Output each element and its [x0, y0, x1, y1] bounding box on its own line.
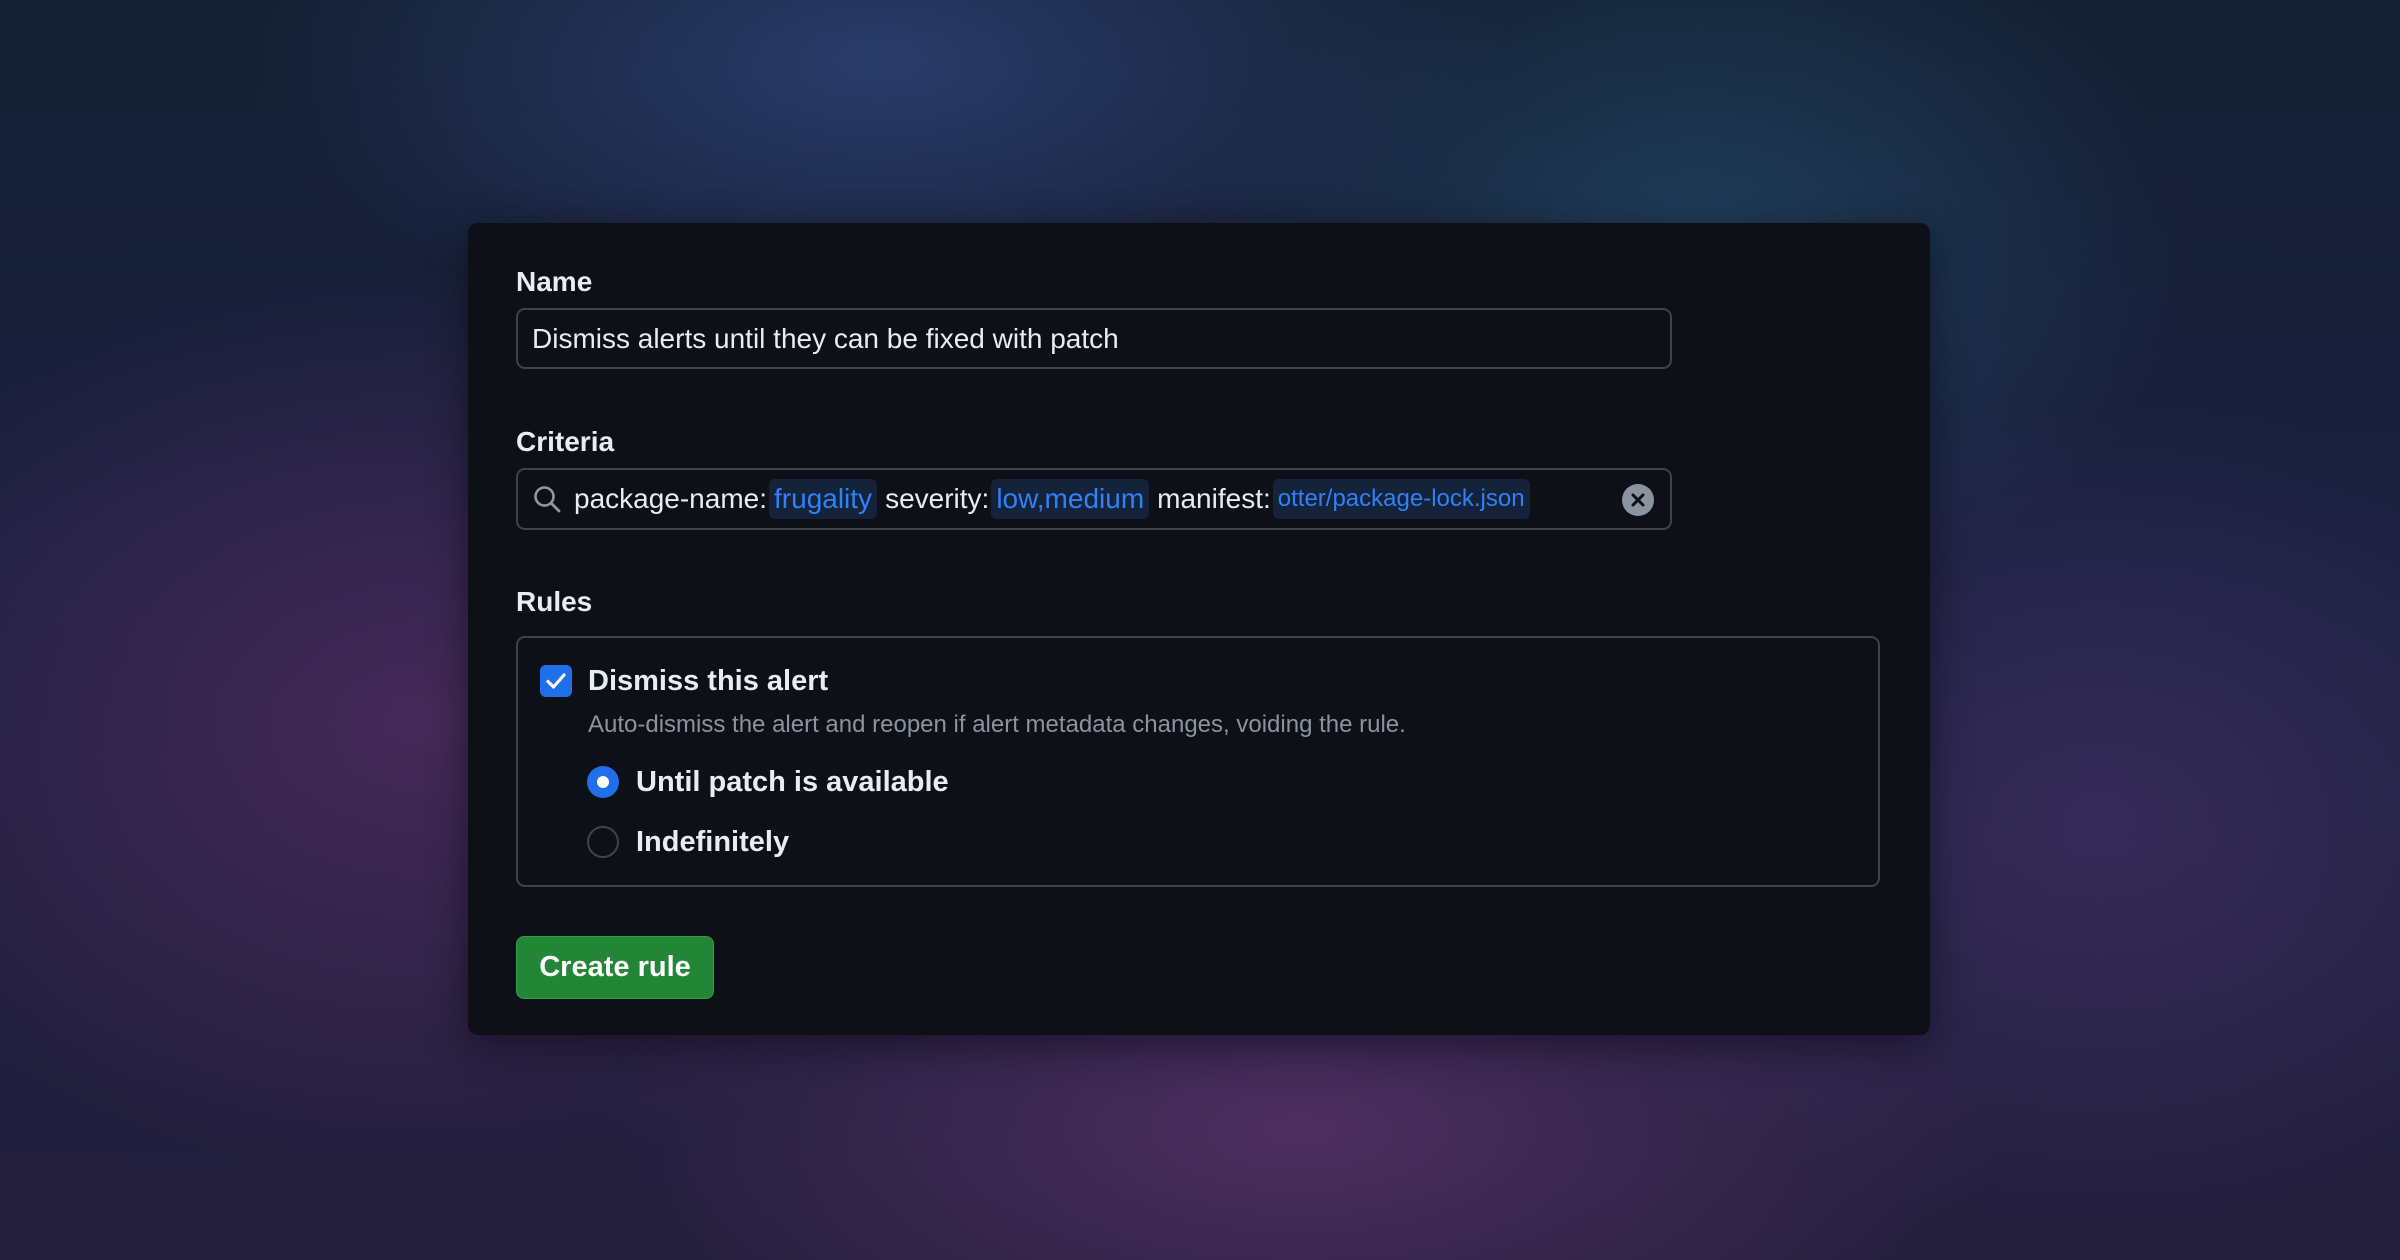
criteria-search-input[interactable]: package-name: frugality severity: low,me…: [516, 468, 1672, 530]
indefinitely-label[interactable]: Indefinitely: [636, 824, 789, 860]
dismiss-alert-label[interactable]: Dismiss this alert: [588, 663, 828, 699]
until-patch-label[interactable]: Until patch is available: [636, 764, 949, 800]
create-rule-button[interactable]: Create rule: [516, 936, 714, 999]
rules-label: Rules: [516, 586, 593, 617]
radio-dot: [597, 776, 609, 788]
criteria-qualifier-package-name: package-name:: [574, 483, 768, 514]
dismiss-alert-checkbox[interactable]: [540, 665, 572, 697]
indefinitely-radio[interactable]: [587, 826, 619, 858]
criteria-qualifier-manifest: manifest:: [1157, 483, 1271, 514]
name-label: Name: [516, 266, 593, 297]
create-rule-form: Name Criteria package-name: frugality se…: [468, 223, 1930, 1035]
search-icon: [532, 484, 562, 514]
criteria-token-package-name[interactable]: frugality: [769, 479, 878, 519]
rules-panel: Dismiss this alert Auto-dismiss the aler…: [516, 636, 1880, 887]
until-patch-radio[interactable]: [587, 766, 619, 798]
criteria-token-manifest[interactable]: otter/package-lock.json: [1272, 479, 1530, 519]
criteria-label: Criteria: [516, 426, 615, 457]
name-input[interactable]: [516, 308, 1672, 369]
check-icon: [546, 673, 566, 689]
criteria-qualifier-severity: severity:: [885, 483, 990, 514]
x-circle-icon: [1631, 493, 1645, 507]
dismiss-alert-description: Auto-dismiss the alert and reopen if ale…: [588, 711, 1406, 738]
clear-criteria-button[interactable]: [1622, 484, 1654, 516]
criteria-token-severity[interactable]: low,medium: [991, 479, 1150, 519]
